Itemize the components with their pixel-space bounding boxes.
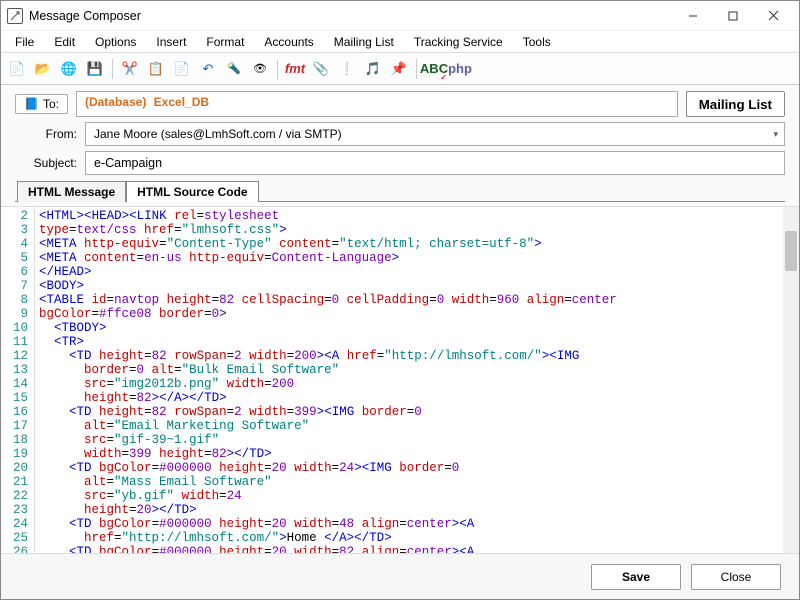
addressbook-icon: 📘 [24,97,39,111]
menu-mailing-list[interactable]: Mailing List [324,33,404,51]
find-icon[interactable]: 🔦 [222,57,246,81]
paste-icon[interactable]: 📄 [170,57,194,81]
menu-insert[interactable]: Insert [146,33,196,51]
app-icon [7,8,23,24]
chevron-down-icon: ▾ [773,129,778,140]
to-label-text: To: [43,97,59,111]
editor-tabs: HTML Message HTML Source Code [15,180,785,202]
mailing-list-button[interactable]: Mailing List [686,91,785,117]
from-select[interactable]: Jane Moore (sales@LmhSoft.com / via SMTP… [85,122,785,146]
web-icon[interactable]: 🌐 [57,57,81,81]
format-icon[interactable]: fmt [283,57,307,81]
menu-options[interactable]: Options [85,33,146,51]
vertical-scrollbar[interactable] [783,207,799,576]
save-icon[interactable]: 💾 [83,57,107,81]
pin-icon[interactable]: 📌 [387,57,411,81]
cut-icon[interactable]: ✂️ [118,57,142,81]
audio-icon[interactable]: 🎵 [361,57,385,81]
scrollbar-thumb[interactable] [785,231,797,271]
toolbar: 📄 📂 🌐 💾 ✂️ 📋 📄 ↶ 🔦 👁 fmt 📎 ❕ 🎵 📌 ABC php [1,53,799,85]
subject-input[interactable] [85,151,785,175]
to-label-button[interactable]: 📘 To: [15,94,68,114]
close-button[interactable] [753,2,793,30]
find-replace-icon[interactable]: 👁 [248,57,272,81]
menu-tools[interactable]: Tools [513,33,561,51]
header-form: 📘 To: (Database) Excel_DB Mailing List F… [1,85,799,207]
menu-file[interactable]: File [5,33,44,51]
menu-accounts[interactable]: Accounts [254,33,323,51]
maximize-button[interactable] [713,2,753,30]
copy-icon[interactable]: 📋 [144,57,168,81]
tab-html-message[interactable]: HTML Message [17,181,126,202]
line-number-gutter: 2345678910111213141516171819202122232425… [1,207,35,576]
undo-icon[interactable]: ↶ [196,57,220,81]
menubar: FileEditOptionsInsertFormatAccountsMaili… [1,31,799,53]
save-button[interactable]: Save [591,564,681,590]
window-title: Message Composer [29,9,141,23]
dialog-footer: Save Close [1,553,799,599]
subject-label: Subject: [15,156,77,170]
close-dialog-button[interactable]: Close [691,564,781,590]
to-db-name: Excel_DB [154,95,209,109]
from-value: Jane Moore (sales@LmhSoft.com / via SMTP… [94,127,342,141]
toolbar-separator [277,59,278,79]
open-icon[interactable]: 📂 [31,57,55,81]
tab-html-source[interactable]: HTML Source Code [126,181,258,202]
to-field[interactable]: (Database) Excel_DB [76,91,678,117]
php-icon[interactable]: php [448,57,472,81]
attachment-icon[interactable]: 📎 [309,57,333,81]
new-icon[interactable]: 📄 [5,57,29,81]
menu-edit[interactable]: Edit [44,33,85,51]
minimize-button[interactable] [673,2,713,30]
menu-format[interactable]: Format [196,33,254,51]
to-db-prefix: (Database) [85,95,146,109]
code-content[interactable]: <HTML><HEAD><LINK rel=stylesheettype=tex… [35,207,799,576]
toolbar-separator [416,59,417,79]
from-label: From: [15,127,77,141]
source-code-editor[interactable]: 2345678910111213141516171819202122232425… [1,207,799,577]
priority-icon[interactable]: ❕ [335,57,359,81]
menu-tracking-service[interactable]: Tracking Service [404,33,513,51]
titlebar: Message Composer [1,1,799,31]
spellcheck-icon[interactable]: ABC [422,57,446,81]
toolbar-separator [112,59,113,79]
